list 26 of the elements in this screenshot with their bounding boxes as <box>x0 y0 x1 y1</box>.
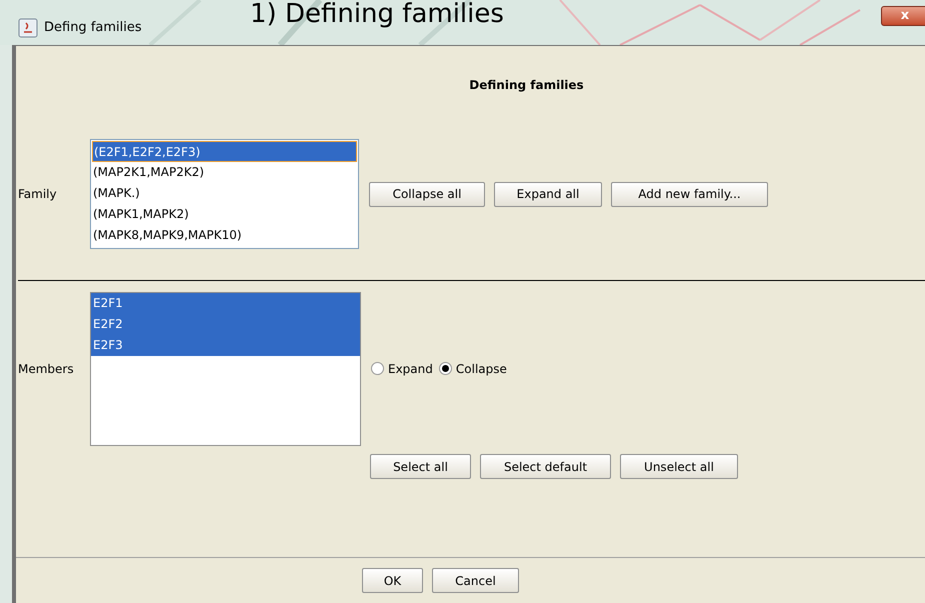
list-item[interactable]: (MAPK.) <box>92 183 357 204</box>
radio-option[interactable]: Collapse <box>438 360 507 378</box>
dialog-button[interactable]: Select default <box>480 454 611 479</box>
list-item[interactable]: E2F3 <box>91 334 360 356</box>
list-item[interactable]: (MAPK8,MAPK9,MAPK10) <box>92 225 357 246</box>
list-item[interactable]: (MAPK1,MAPK2) <box>92 204 357 225</box>
dialog-button[interactable]: Unselect all <box>620 454 738 479</box>
family-list[interactable]: (E2F1,E2F2,E2F3) (MAP2K1,MAP2K2) (MAPK.) (MAPK1,MAPK2) (MAPK8,MAPK9,MAPK10) <box>90 139 359 249</box>
dialog-button[interactable]: Collapse all <box>369 182 485 206</box>
list-item[interactable]: (E2F1,E2F2,E2F3) <box>92 141 357 162</box>
window-title: Defing families <box>44 18 142 37</box>
field-label: Members <box>18 360 75 378</box>
radio-option[interactable]: Expand <box>371 360 433 378</box>
members-list[interactable]: E2F1 E2F2 E2F3 <box>90 292 361 446</box>
slide-caption: 1) Defining families <box>250 0 504 28</box>
list-item[interactable]: (MAP2K1,MAP2K2) <box>92 162 357 183</box>
app-icon <box>18 18 38 38</box>
dialog-button[interactable]: Add new family... <box>611 182 768 206</box>
dialog-button[interactable]: Cancel <box>432 568 519 593</box>
dialog-button[interactable]: Select all <box>370 454 471 479</box>
list-item[interactable]: E2F2 <box>91 314 360 334</box>
field-label: Family <box>18 186 58 203</box>
dialog-button[interactable]: OK <box>362 568 423 593</box>
dialog-heading: Defining families <box>469 77 584 94</box>
dialog-button[interactable]: Expand all <box>494 182 602 206</box>
list-item[interactable]: E2F1 <box>91 292 360 314</box>
